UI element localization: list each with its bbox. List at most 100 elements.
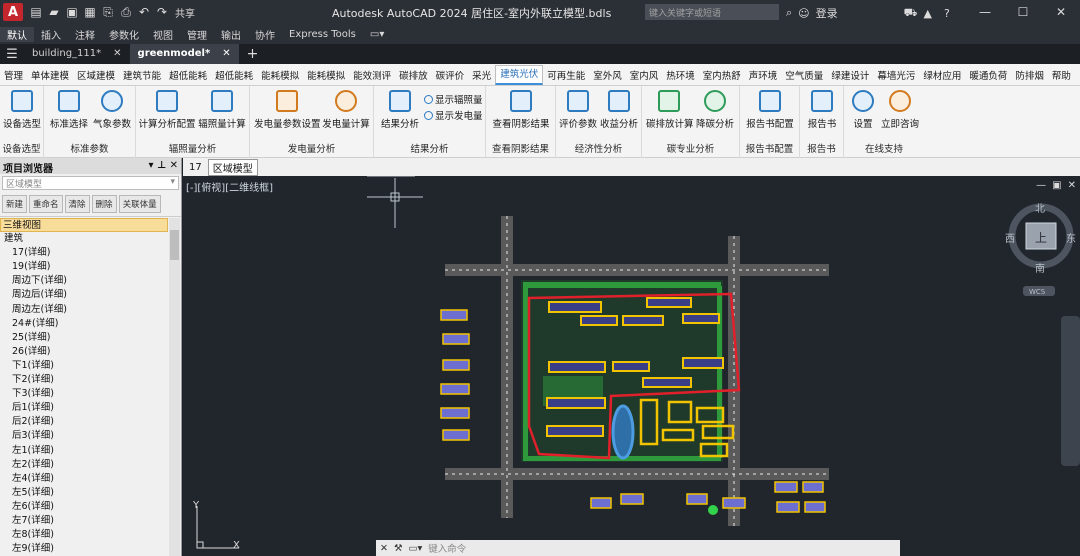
new-button[interactable]: 新建 — [2, 195, 28, 213]
tree-item[interactable]: 17(详细) — [0, 246, 168, 260]
tree-item[interactable]: 下1(详细) — [0, 359, 168, 373]
redo-icon[interactable]: ↷ — [155, 5, 169, 19]
report-button[interactable]: 报告书 — [804, 90, 840, 130]
ribbon-tab[interactable]: 幕墙光污 — [873, 68, 919, 82]
rename-button[interactable]: 重命名 — [29, 195, 63, 213]
ribbon-tab[interactable]: 声环境 — [745, 68, 782, 82]
ribbon-tab[interactable]: 绿材应用 — [919, 68, 965, 82]
ribbon-tab[interactable]: 能耗模拟 — [257, 68, 303, 82]
tree-item[interactable]: 24#(详细) — [0, 317, 168, 331]
ribbon-tab[interactable]: 碳评价 — [432, 68, 469, 82]
tree-item[interactable]: 左4(详细) — [0, 472, 168, 486]
drawing-viewport[interactable]: [-][俯视][二维线框] — ▣ ✕ Y X 上 北 南 西 东 WCS — [183, 176, 1080, 556]
close-icon[interactable]: ✕ — [170, 160, 178, 171]
clear-button[interactable]: 清除 — [64, 195, 90, 213]
maximize-icon[interactable]: ☐ — [1004, 0, 1042, 24]
menu-item[interactable]: 视图 — [146, 27, 180, 42]
tree-item[interactable]: 左7(详细) — [0, 514, 168, 528]
tree-item[interactable]: 后1(详细) — [0, 401, 168, 415]
tree-item[interactable]: 左2(详细) — [0, 458, 168, 472]
tree-item[interactable]: 左9(详细) — [0, 542, 168, 556]
ribbon-tab[interactable]: 帮助 — [1048, 68, 1075, 82]
ribbon-tab[interactable]: 可再生能 — [543, 68, 589, 82]
autodesk-app-icon[interactable]: ▲ — [923, 7, 931, 20]
tab-region-model[interactable]: 区域模型 — [207, 158, 258, 176]
ribbon-tab[interactable]: 建筑光伏 — [495, 64, 544, 85]
scrollbar-thumb[interactable] — [170, 230, 179, 260]
result-analysis-button[interactable]: 结果分析 — [378, 90, 422, 130]
autocad-logo[interactable]: A — [3, 3, 23, 21]
ribbon-tab[interactable]: 能效测评 — [349, 68, 395, 82]
menu-item[interactable]: 默认 — [0, 26, 34, 42]
ribbon-tab[interactable]: 超低能耗 — [211, 68, 257, 82]
close-icon[interactable]: ✕ — [1042, 0, 1080, 24]
menu-expand-icon[interactable]: ▭▾ — [363, 29, 391, 40]
login-button[interactable]: 登录 — [816, 5, 838, 21]
ribbon-tab[interactable]: 管理 — [0, 68, 27, 82]
close-tab-icon[interactable]: ✕ — [222, 44, 230, 64]
save-as-icon[interactable]: ▦ — [83, 5, 97, 19]
search-input[interactable]: 键入关键字或短语 — [645, 4, 779, 20]
ribbon-tab[interactable]: 室外风 — [589, 68, 626, 82]
wrench-icon[interactable]: ⚒ — [394, 543, 403, 554]
ribbon-tab[interactable]: 能耗模拟 — [303, 68, 349, 82]
eval-params-button[interactable]: 评价参数 — [558, 90, 598, 130]
tree-item[interactable]: 25(详细) — [0, 331, 168, 345]
equipment-select-button[interactable]: 设备选型 — [2, 90, 42, 130]
menu-item[interactable]: 插入 — [34, 27, 68, 42]
ribbon-tab[interactable]: 空气质量 — [781, 68, 827, 82]
open-folder-icon[interactable]: ▰ — [47, 5, 61, 19]
weather-params-button[interactable]: 气象参数 — [90, 90, 134, 130]
ribbon-tab[interactable]: 室内热舒 — [699, 68, 745, 82]
standard-select-button[interactable]: 标准选择 — [48, 90, 90, 130]
show-irradiance-button[interactable]: 显示辐照量 — [424, 92, 483, 106]
link-mass-button[interactable]: 关联体量 — [118, 195, 161, 213]
file-tab-building[interactable]: building_111* ✕ — [24, 44, 130, 64]
command-input[interactable]: 键入命令 — [428, 541, 466, 555]
analysis-config-button[interactable]: 计算分析配置 — [138, 90, 196, 130]
menu-item[interactable]: 输出 — [214, 27, 248, 42]
save-icon[interactable]: ▣ — [65, 5, 79, 19]
tree-item[interactable]: 左1(详细) — [0, 444, 168, 458]
undo-icon[interactable]: ↶ — [137, 5, 151, 19]
tree-item[interactable]: 建筑 — [0, 232, 168, 246]
model-select[interactable]: 区域模型 ▾ — [2, 176, 179, 190]
tree-item[interactable]: 左8(详细) — [0, 528, 168, 542]
tree-item[interactable]: 后3(详细) — [0, 429, 168, 443]
file-tab-greenmodel[interactable]: greenmodel* ✕ — [129, 44, 239, 64]
consult-button[interactable]: 立即咨询 — [878, 90, 922, 130]
menu-item[interactable]: 参数化 — [102, 27, 146, 42]
tree-item[interactable]: 三维视图 — [0, 218, 168, 233]
ribbon-tab[interactable]: 热环境 — [662, 68, 699, 82]
ribbon-tab[interactable]: 建筑节能 — [119, 68, 165, 82]
tree-item[interactable]: 下2(详细) — [0, 373, 168, 387]
ribbon-tab[interactable]: 暖通负荷 — [965, 68, 1011, 82]
delete-button[interactable]: 删除 — [91, 195, 117, 213]
tree-item[interactable]: 下3(详细) — [0, 387, 168, 401]
help-icon[interactable]: ? — [944, 7, 950, 20]
carbon-reduce-button[interactable]: 降碳分析 — [694, 90, 736, 130]
income-analysis-button[interactable]: 收益分析 — [598, 90, 640, 130]
tree-item[interactable]: 左5(详细) — [0, 486, 168, 500]
menu-hamburger-icon[interactable]: ☰ — [0, 47, 24, 62]
tree-item[interactable]: 周边左(详细) — [0, 303, 168, 317]
tree-item[interactable]: 19(详细) — [0, 260, 168, 274]
plot-icon[interactable]: ⎙ — [119, 5, 133, 19]
ribbon-tab[interactable]: 绿建设计 — [827, 68, 873, 82]
pin-icon[interactable]: ⊥ — [157, 160, 170, 171]
close-tab-icon[interactable]: ✕ — [113, 44, 121, 64]
search-icon[interactable]: ⌕ — [786, 6, 792, 20]
tree-item[interactable]: 26(详细) — [0, 345, 168, 359]
power-params-button[interactable]: 发电量参数设置 — [254, 90, 321, 130]
tree-item[interactable]: 后2(详细) — [0, 415, 168, 429]
export-icon[interactable]: ⎘ — [101, 5, 115, 19]
user-icon[interactable]: ☺ — [798, 7, 809, 20]
ribbon-tab[interactable]: 防排烟 — [1011, 68, 1048, 82]
power-calc-button[interactable]: 发电量计算 — [320, 90, 372, 130]
minimize-icon[interactable]: — — [966, 0, 1004, 24]
dropdown-icon[interactable]: ▾ — [148, 160, 157, 171]
tree-item[interactable]: 周边下(详细) — [0, 274, 168, 288]
menu-item[interactable]: 协作 — [248, 27, 282, 42]
tree-scrollbar[interactable] — [169, 218, 180, 556]
ribbon-tab[interactable]: 室内风 — [626, 68, 663, 82]
